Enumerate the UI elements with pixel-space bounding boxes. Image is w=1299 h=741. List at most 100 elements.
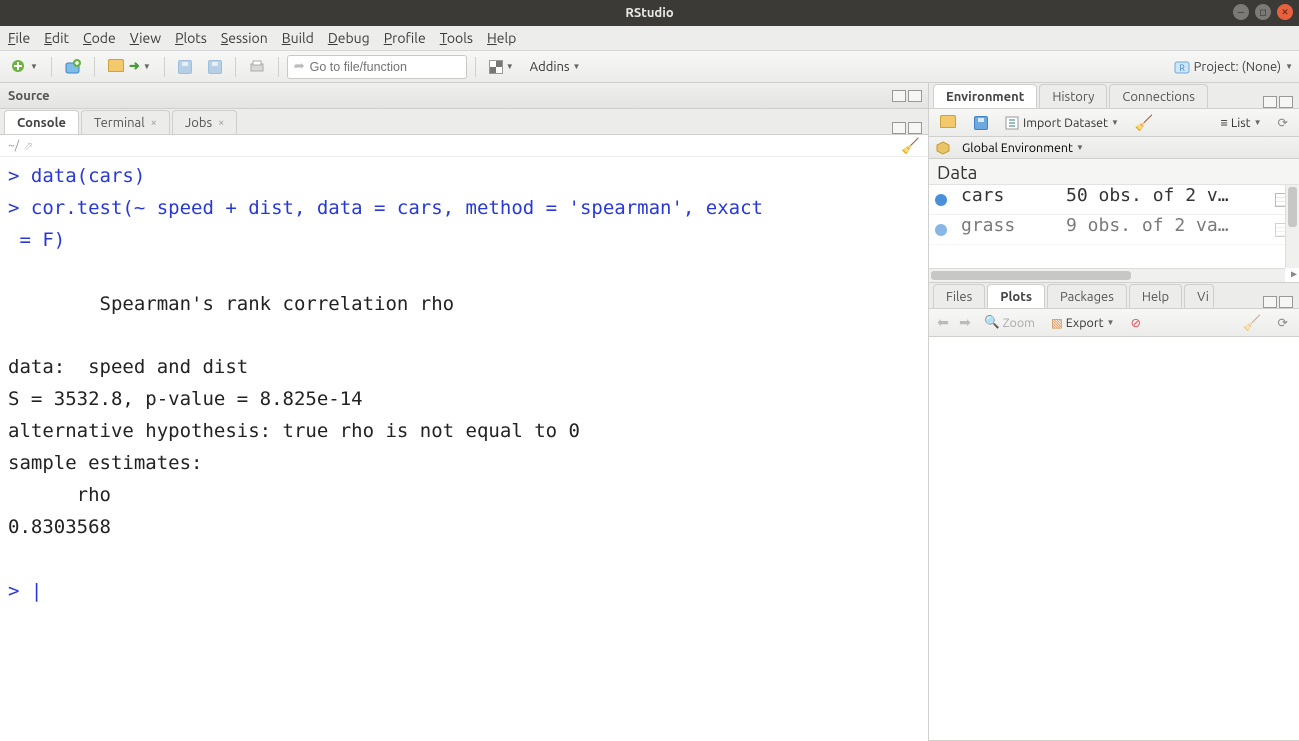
addins-button[interactable]: Addins ▼ xyxy=(525,55,586,79)
environment-row-grass[interactable]: grass 9 obs. of 2 va… xyxy=(929,215,1299,245)
clear-console-button[interactable]: 🧹 xyxy=(901,137,920,155)
tab-connections[interactable]: Connections xyxy=(1109,84,1208,108)
new-project-button[interactable] xyxy=(60,55,86,79)
menu-session[interactable]: Session xyxy=(221,30,268,46)
goto-file-function-field[interactable] xyxy=(310,60,460,74)
project-icon: R xyxy=(1174,59,1190,75)
refresh-button[interactable]: ⟳ xyxy=(1273,111,1293,135)
load-workspace-button[interactable] xyxy=(935,111,963,135)
menu-file[interactable]: File xyxy=(8,30,30,46)
goto-file-function-input[interactable]: ➦ xyxy=(287,55,467,79)
tab-terminal[interactable]: Terminal × xyxy=(81,110,170,134)
remove-icon: ⊘ xyxy=(1130,315,1140,330)
console-working-dir: ~/ xyxy=(8,139,19,152)
chevron-down-icon: ▼ xyxy=(1111,118,1119,127)
env-maximize-button[interactable] xyxy=(1279,96,1293,108)
new-file-button[interactable]: ▼ xyxy=(6,55,43,79)
tab-plots[interactable]: Plots xyxy=(987,284,1045,308)
window-minimize-button[interactable]: ─ xyxy=(1233,4,1249,20)
window-title: RStudio xyxy=(625,6,673,20)
goto-dir-icon[interactable]: ⇗ xyxy=(23,139,33,153)
save-all-button[interactable] xyxy=(203,55,227,79)
close-icon[interactable]: × xyxy=(151,117,157,129)
console-tabbar: Console Terminal × Jobs × xyxy=(0,109,928,135)
tab-connections-label: Connections xyxy=(1122,90,1195,104)
environment-section-data: Data xyxy=(929,159,1299,185)
close-icon[interactable]: × xyxy=(218,117,224,129)
menu-view[interactable]: View xyxy=(130,30,161,46)
view-list-button[interactable]: ≡ List ▼ xyxy=(1216,111,1267,135)
export-button[interactable]: ▧ Export ▼ xyxy=(1046,311,1119,335)
env-minimize-button[interactable] xyxy=(1263,96,1277,108)
tab-history[interactable]: History xyxy=(1039,84,1107,108)
plots-pane: Files Plots Packages Help Vi ⬅ ➡ 🔍 Zoom xyxy=(929,283,1299,741)
menu-code[interactable]: Code xyxy=(83,30,116,46)
zoom-label: Zoom xyxy=(1003,316,1035,330)
toolbar-separator xyxy=(475,57,476,77)
menu-help[interactable]: Help xyxy=(487,30,516,46)
environment-data-list: cars 50 obs. of 2 v… grass 9 obs. of 2 v… xyxy=(929,185,1299,282)
print-button[interactable] xyxy=(244,55,270,79)
console-minimize-button[interactable] xyxy=(892,122,906,134)
menu-profile[interactable]: Profile xyxy=(384,30,426,46)
environment-scope-selector[interactable]: Global Environment ▼ xyxy=(957,136,1089,160)
menu-debug[interactable]: Debug xyxy=(328,30,370,46)
chevron-down-icon: ▼ xyxy=(1076,143,1084,152)
console-output[interactable]: > data(cars)> cor.test(~ speed + dist, d… xyxy=(0,157,928,741)
environment-row-cars[interactable]: cars 50 obs. of 2 v… xyxy=(929,185,1299,215)
tab-console[interactable]: Console xyxy=(4,110,79,134)
tab-jobs[interactable]: Jobs × xyxy=(172,110,237,134)
tab-terminal-label: Terminal xyxy=(94,116,145,130)
menu-tools[interactable]: Tools xyxy=(440,30,473,46)
import-icon xyxy=(1004,115,1020,131)
environment-object-name: grass xyxy=(961,215,1056,236)
toolbar-separator xyxy=(278,57,279,77)
tab-viewer[interactable]: Vi xyxy=(1184,284,1214,308)
plots-toolbar: ⬅ ➡ 🔍 Zoom ▧ Export ▼ ⊘ 🧹 ⟳ xyxy=(929,309,1299,337)
tab-packages[interactable]: Packages xyxy=(1047,284,1127,308)
environment-toolbar: Import Dataset ▼ 🧹 ≡ List ▼ ⟳ xyxy=(929,109,1299,137)
zoom-button[interactable]: 🔍 Zoom xyxy=(979,311,1040,335)
plot-next-button[interactable]: ➡ xyxy=(957,315,973,331)
source-minimize-button[interactable] xyxy=(892,90,906,102)
console-maximize-button[interactable] xyxy=(908,122,922,134)
window-close-button[interactable]: ✕ xyxy=(1277,4,1293,20)
env-scrollbar-horizontal[interactable]: ▶ xyxy=(929,268,1285,282)
tab-console-label: Console xyxy=(17,116,66,130)
open-file-button[interactable]: ➜ ▼ xyxy=(103,55,156,79)
remove-plot-button[interactable]: ⊘ xyxy=(1125,311,1145,335)
window-maximize-button[interactable]: ◻ xyxy=(1255,4,1271,20)
menu-build[interactable]: Build xyxy=(282,30,314,46)
toolbar-separator xyxy=(164,57,165,77)
import-dataset-button[interactable]: Import Dataset ▼ xyxy=(999,111,1124,135)
save-workspace-button[interactable] xyxy=(969,111,993,135)
save-icon xyxy=(178,60,192,74)
clear-all-plots-button[interactable]: 🧹 xyxy=(1238,311,1267,335)
tab-files[interactable]: Files xyxy=(933,284,985,308)
plot-prev-button[interactable]: ⬅ xyxy=(935,315,951,331)
scrollbar-thumb[interactable] xyxy=(1288,187,1297,227)
environment-pane: Environment History Connections Import D… xyxy=(929,83,1299,283)
tab-jobs-label: Jobs xyxy=(185,116,212,130)
menu-edit[interactable]: Edit xyxy=(44,30,69,46)
env-scrollbar-vertical[interactable] xyxy=(1285,185,1299,268)
grid-icon xyxy=(489,60,503,74)
refresh-plot-button[interactable]: ⟳ xyxy=(1273,311,1293,335)
pane-layout-button[interactable]: ▼ xyxy=(484,55,519,79)
plots-maximize-button[interactable] xyxy=(1279,296,1293,308)
tab-environment[interactable]: Environment xyxy=(933,84,1037,108)
import-dataset-label: Import Dataset xyxy=(1023,116,1108,130)
scrollbar-thumb[interactable] xyxy=(931,271,1131,280)
tab-help[interactable]: Help xyxy=(1129,284,1182,308)
source-maximize-button[interactable] xyxy=(908,90,922,102)
clear-workspace-button[interactable]: 🧹 xyxy=(1130,111,1159,135)
environment-object-value: 9 obs. of 2 va… xyxy=(1066,215,1265,236)
project-plus-icon xyxy=(65,59,81,75)
chevron-down-icon: ▼ xyxy=(1285,62,1293,71)
plots-minimize-button[interactable] xyxy=(1263,296,1277,308)
menu-plots[interactable]: Plots xyxy=(175,30,207,46)
save-all-icon xyxy=(208,60,222,74)
save-button[interactable] xyxy=(173,55,197,79)
project-menu[interactable]: R Project: (None) ▼ xyxy=(1174,59,1293,75)
export-label: Export xyxy=(1066,316,1104,330)
